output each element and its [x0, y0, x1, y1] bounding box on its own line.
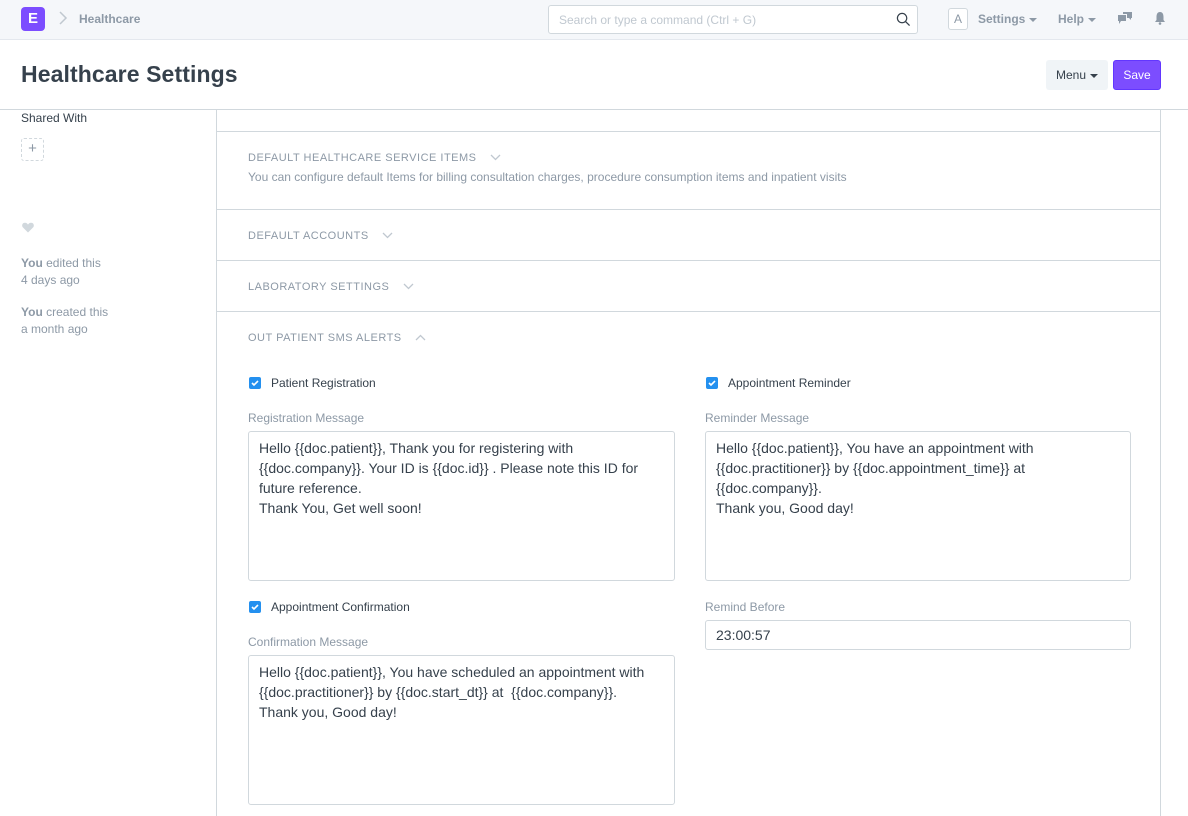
section-title: DEFAULT ACCOUNTS: [248, 230, 369, 242]
chevron-down-icon: [382, 230, 393, 242]
section-default-healthcare-service-items[interactable]: DEFAULT HEALTHCARE SERVICE ITEMS You can…: [217, 132, 1161, 210]
chevron-down-icon: [490, 152, 501, 164]
appointment-confirmation-checkbox[interactable]: Appointment Confirmation: [249, 600, 410, 614]
help-dropdown[interactable]: Help: [1058, 12, 1097, 26]
notification-bell-icon[interactable]: [1154, 11, 1166, 30]
avatar[interactable]: A: [948, 8, 968, 30]
chevron-down-icon: [403, 281, 414, 293]
settings-dropdown[interactable]: Settings: [978, 12, 1038, 26]
chat-icon[interactable]: [1117, 11, 1133, 31]
section-laboratory-settings[interactable]: LABORATORY SETTINGS: [217, 261, 1161, 312]
form-main: DEFAULT HEALTHCARE SERVICE ITEMS You can…: [216, 110, 1161, 816]
chevron-right-icon: [58, 10, 68, 30]
heart-icon[interactable]: [22, 220, 34, 238]
activity-action: edited this: [46, 256, 101, 270]
shared-with-label: Shared With: [21, 111, 88, 125]
checkbox-checked-icon[interactable]: [249, 601, 261, 613]
checkbox-label: Appointment Reminder: [728, 376, 851, 390]
settings-label: Settings: [978, 12, 1026, 26]
menu-label: Menu: [1055, 68, 1087, 82]
app-logo[interactable]: E: [21, 7, 45, 31]
section-description: You can configure default Items for bill…: [248, 170, 847, 184]
reminder-message-textarea[interactable]: Hello {{doc.patient}}, You have an appoi…: [705, 431, 1131, 581]
appointment-reminder-checkbox[interactable]: Appointment Reminder: [706, 376, 851, 390]
help-label: Help: [1058, 12, 1085, 26]
search-input[interactable]: [549, 6, 879, 33]
reminder-message-label: Reminder Message: [705, 411, 810, 425]
add-share-button[interactable]: +: [21, 138, 44, 161]
section-header[interactable]: OUT PATIENT SMS ALERTS: [248, 332, 426, 344]
section-title: OUT PATIENT SMS ALERTS: [248, 332, 402, 344]
activity-action: created this: [46, 305, 109, 319]
remind-before-input[interactable]: [705, 620, 1131, 650]
activity-time: a month ago: [21, 322, 88, 336]
caret-down-icon: [1029, 17, 1038, 22]
breadcrumb-healthcare[interactable]: Healthcare: [79, 12, 140, 26]
activity-user: You: [21, 305, 43, 319]
registration-message-textarea[interactable]: Hello {{doc.patient}}, Thank you for reg…: [248, 431, 675, 581]
section-header[interactable]: DEFAULT ACCOUNTS: [248, 230, 393, 242]
section-previous: [217, 110, 1161, 132]
caret-down-icon: [1088, 17, 1097, 22]
confirmation-message-textarea[interactable]: Hello {{doc.patient}}, You have schedule…: [248, 655, 675, 805]
search-bar: [548, 5, 918, 34]
section-header[interactable]: LABORATORY SETTINGS: [248, 281, 414, 293]
page-title: Healthcare Settings: [21, 61, 238, 87]
confirmation-message-label: Confirmation Message: [248, 635, 369, 649]
checkbox-checked-icon[interactable]: [706, 377, 718, 389]
navbar: E Healthcare A Settings Help: [0, 0, 1188, 40]
activity-item: You edited this 4 days ago: [21, 255, 101, 289]
caret-down-icon: [1090, 73, 1099, 78]
section-header[interactable]: DEFAULT HEALTHCARE SERVICE ITEMS: [248, 152, 501, 164]
activity-time: 4 days ago: [21, 273, 80, 287]
checkbox-label: Patient Registration: [271, 376, 376, 390]
search-icon[interactable]: [896, 12, 911, 27]
remind-before-label: Remind Before: [705, 600, 786, 614]
registration-message-label: Registration Message: [248, 411, 365, 425]
chevron-up-icon: [415, 332, 426, 344]
save-button[interactable]: Save: [1113, 60, 1161, 90]
menu-button[interactable]: Menu: [1046, 60, 1108, 90]
checkbox-label: Appointment Confirmation: [271, 600, 410, 614]
section-title: LABORATORY SETTINGS: [248, 281, 390, 293]
activity-item: You created this a month ago: [21, 304, 108, 338]
section-title: DEFAULT HEALTHCARE SERVICE ITEMS: [248, 152, 477, 164]
activity-user: You: [21, 256, 43, 270]
section-out-patient-sms-alerts: OUT PATIENT SMS ALERTS Patient Registrat…: [217, 312, 1161, 816]
section-default-accounts[interactable]: DEFAULT ACCOUNTS: [217, 210, 1161, 261]
checkbox-checked-icon[interactable]: [249, 377, 261, 389]
patient-registration-checkbox[interactable]: Patient Registration: [249, 376, 376, 390]
page-header: Healthcare Settings Menu Save: [0, 41, 1188, 110]
